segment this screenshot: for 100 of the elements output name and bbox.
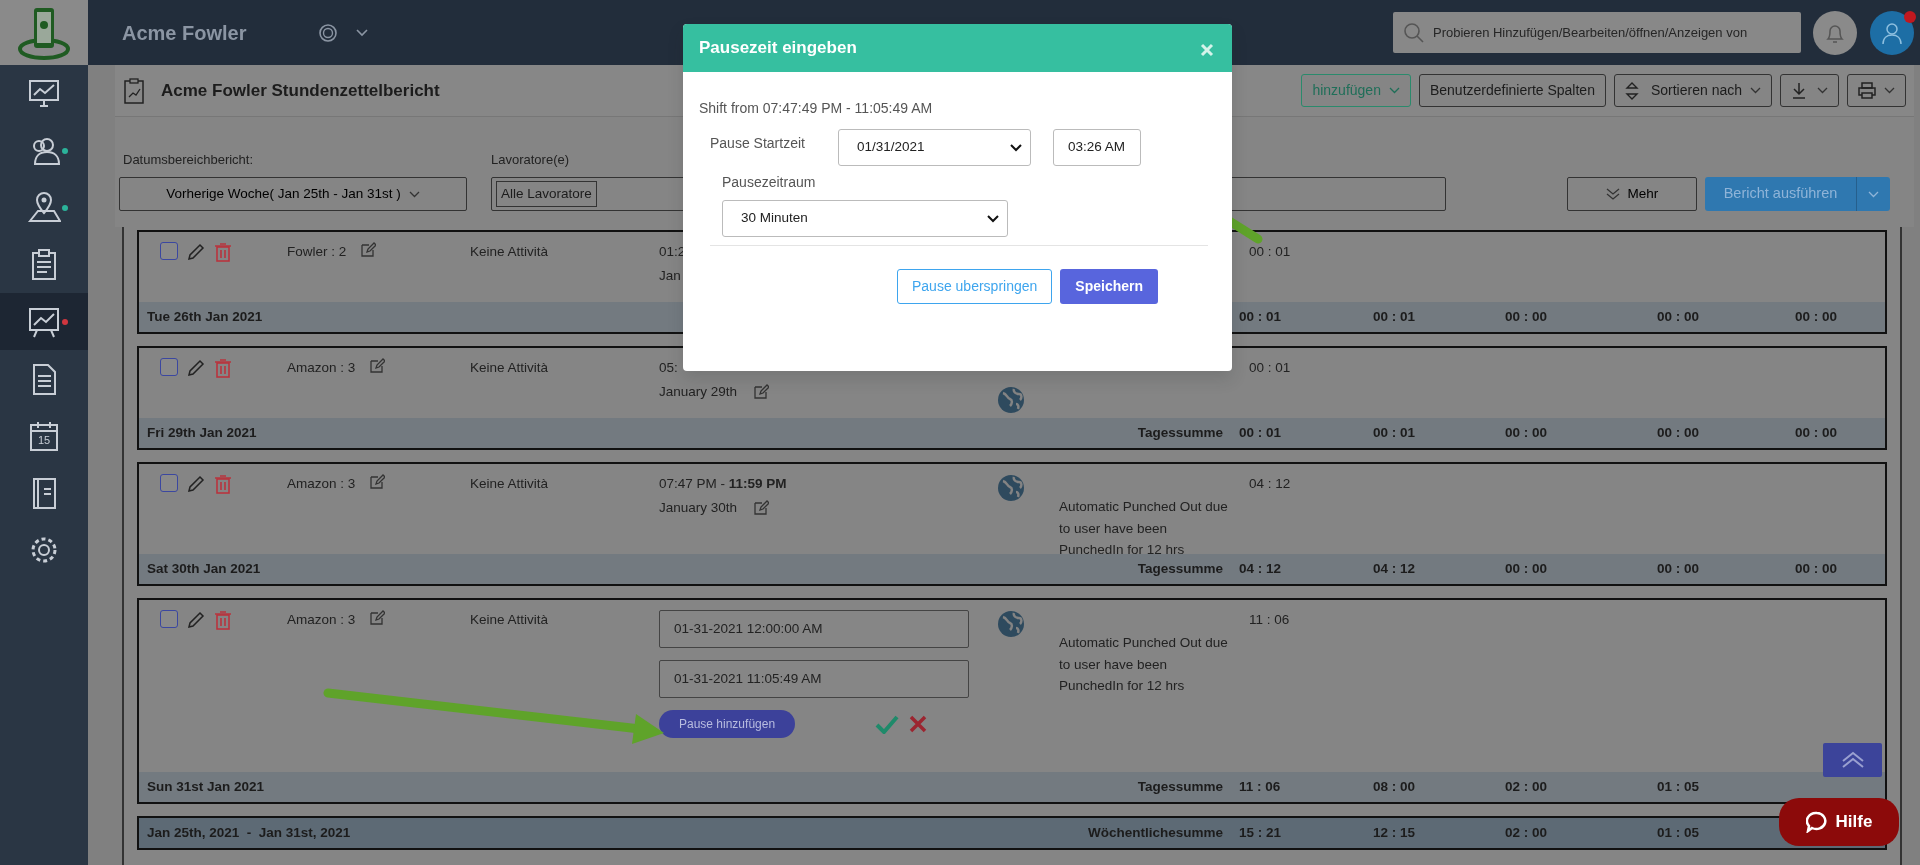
app-title: Acme Fowler (122, 20, 248, 46)
close-icon (1200, 42, 1214, 57)
summary-date: Sat 30th Jan 2021 (146, 559, 262, 578)
profile-avatar[interactable] (1870, 10, 1914, 55)
end-time-field[interactable]: 01-31-2021 11:05:49 AM (659, 660, 969, 698)
summary-label: Wöchentlichesumme (1086, 823, 1224, 842)
checkbox[interactable] (160, 242, 178, 260)
pencil-icon[interactable] (186, 242, 206, 262)
caret-icon (408, 190, 420, 198)
summary-date: Fri 29th Jan 2021 (146, 423, 258, 442)
project-name: Amazon : 3 (287, 611, 356, 629)
hours-value: 11 : 06 (1249, 611, 1290, 629)
entry-date: January 30th (659, 499, 738, 518)
print-icon (1858, 81, 1876, 100)
time-field[interactable]: 03:26 AM (1053, 129, 1141, 166)
pencil-icon[interactable] (186, 358, 206, 378)
search-field[interactable]: Probieren Hinzufügen/Bearbeiten/öffnen/Anzeigen von (1393, 12, 1801, 53)
modal-title: Pausezeit eingeben (699, 37, 857, 60)
more-button[interactable]: Mehr (1567, 177, 1697, 211)
edit-icon[interactable] (369, 610, 386, 626)
summary-value: 04 : 12 (1239, 559, 1283, 578)
summary-label: Tagessumme (1136, 423, 1224, 442)
summary-value: 00 : 00 (1795, 559, 1839, 578)
field-label: Pause Startzeit (710, 134, 806, 153)
calendar-day-text: 15 (36, 433, 52, 448)
summary-value: 00 : 00 (1657, 307, 1701, 326)
checkbox[interactable] (160, 474, 178, 492)
confirm-check-icon[interactable] (875, 714, 900, 734)
download-button[interactable] (1780, 74, 1839, 107)
duration-select[interactable]: 30 Minuten (722, 200, 1008, 237)
note-text: Automatic Punched Out due to user have been PunchedIn for 12 hrs (1059, 634, 1229, 696)
filter-label: Lavoratore(e) (491, 150, 571, 169)
summary-value: 04 : 12 (1373, 559, 1417, 578)
edit-icon[interactable] (360, 242, 377, 258)
edit-icon[interactable] (753, 384, 770, 401)
summary-date: Jan 25th, 2021 - Jan 31st, 2021 (146, 823, 352, 842)
toolbar-button[interactable]: Sortieren nach (1613, 74, 1772, 107)
double-chevron-up-icon (1840, 751, 1865, 769)
summary-value: 00 : 01 (1373, 423, 1417, 442)
summary-value: 02 : 00 (1505, 823, 1549, 842)
save-button[interactable]: Speichern (1060, 269, 1158, 304)
summary-value: 15 : 21 (1239, 823, 1283, 842)
project-name: Fowler : 2 (287, 243, 347, 261)
activity-text: Keine Attività (470, 612, 549, 627)
date-range-select[interactable]: Vorherige Woche( Jan 25th - Jan 31st ) (119, 177, 467, 211)
notifications-button[interactable] (1813, 10, 1857, 55)
toolbar-button[interactable]: Benutzerdefinierte Spalten (1418, 74, 1606, 107)
time-range: 07:47 PM - 11:59 PM (659, 475, 787, 493)
summary-value: 00 : 00 (1505, 307, 1549, 326)
summary-value: 01 : 05 (1657, 777, 1701, 796)
edit-icon[interactable] (753, 500, 770, 517)
skip-pause-button[interactable]: Pause uberspringen (897, 269, 1053, 304)
edit-icon[interactable] (369, 474, 386, 490)
print-button[interactable] (1847, 74, 1906, 107)
caret-icon (1750, 87, 1761, 94)
checkbox[interactable] (160, 610, 178, 628)
summary-value: 00 : 00 (1795, 307, 1839, 326)
chat-bubble-icon (1805, 811, 1828, 833)
caret-icon (1817, 87, 1828, 94)
summary-value: 08 : 00 (1373, 777, 1417, 796)
double-chevron-icon (1605, 188, 1620, 200)
project-name: Amazon : 3 (287, 359, 356, 377)
add-pause-button[interactable]: Pause hinzufügen (659, 710, 796, 738)
user-icon (1881, 20, 1903, 45)
field-label: Pausezeitraum (722, 173, 816, 192)
summary-value: 01 : 05 (1657, 823, 1701, 842)
entry-date: January 29th (659, 383, 738, 402)
page-title: Acme Fowler Stundenzettelbericht (161, 79, 440, 102)
cancel-icon[interactable] (909, 715, 928, 733)
project-name: Amazon : 3 (287, 475, 356, 493)
activity-text: Keine Attività (470, 244, 549, 259)
edit-icon[interactable] (369, 358, 386, 374)
scroll-top-button[interactable] (1823, 743, 1882, 777)
pencil-icon[interactable] (186, 474, 206, 494)
summary-value: 00 : 00 (1795, 423, 1839, 442)
map-pin-icon (27, 190, 61, 225)
shift-text: Shift from 07:47:49 PM - 11:05:49 AM (699, 99, 934, 118)
summary-date: Tue 26th Jan 2021 (146, 307, 264, 326)
summary-value: 12 : 15 (1373, 823, 1417, 842)
select-value: Alle Lavoratore (496, 180, 597, 208)
date-select[interactable]: 01/31/2021 (838, 129, 1031, 166)
sidebar-item[interactable] (0, 293, 88, 350)
search-icon (1403, 22, 1425, 44)
summary-value: 11 : 06 (1239, 777, 1282, 796)
summary-value: 00 : 01 (1239, 423, 1283, 442)
hours-value: 00 : 01 (1249, 359, 1291, 377)
summary-value: 00 : 01 (1373, 307, 1417, 326)
summary-value: 02 : 00 (1505, 777, 1549, 796)
checkbox[interactable] (160, 358, 178, 376)
sidebar-item[interactable]: 15 (0, 407, 88, 464)
caret-icon[interactable] (356, 28, 368, 37)
caret-icon (1868, 190, 1879, 198)
activity-text: Keine Attività (470, 476, 549, 491)
pencil-icon[interactable] (186, 610, 206, 630)
caret-icon (1388, 87, 1400, 94)
caret-icon (1010, 143, 1022, 152)
hours-value: 00 : 01 (1249, 243, 1291, 261)
dropdown-toggle-button[interactable] (1856, 177, 1890, 211)
start-time-field[interactable]: 01-31-2021 12:00:00 AM (659, 610, 969, 648)
help-button[interactable]: Hilfe (1779, 798, 1899, 846)
